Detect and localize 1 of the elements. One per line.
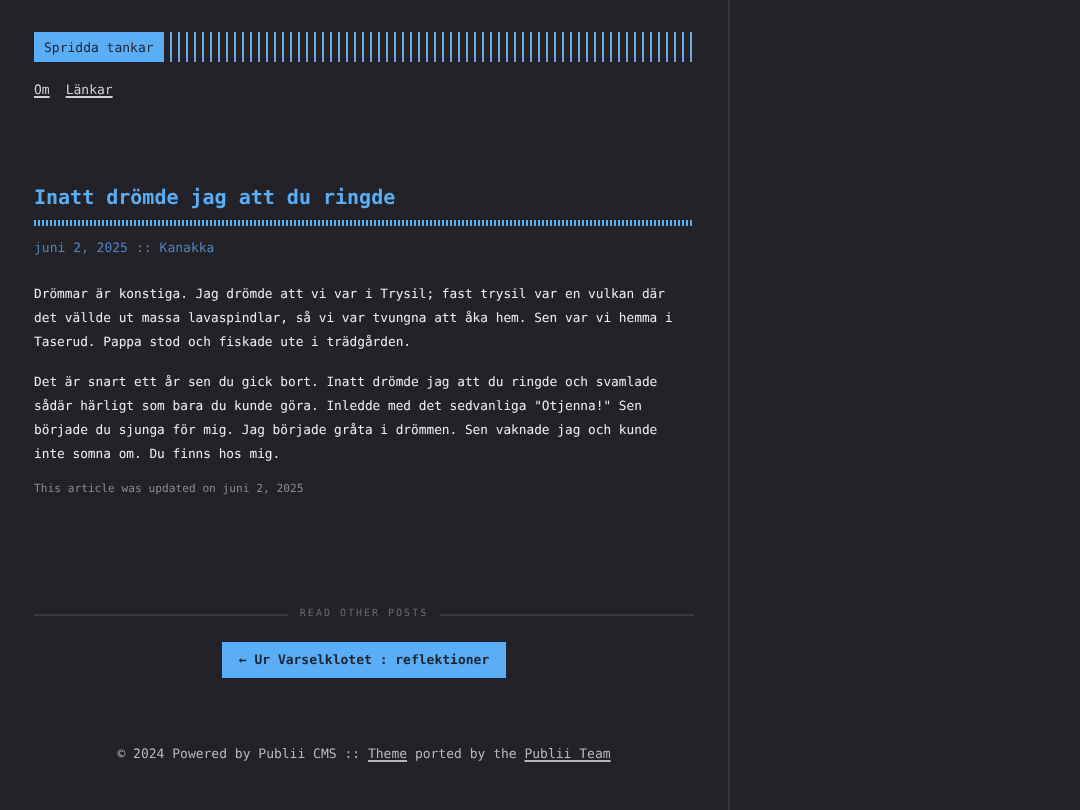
post-title: Inatt drömde jag att du ringde — [34, 188, 398, 210]
